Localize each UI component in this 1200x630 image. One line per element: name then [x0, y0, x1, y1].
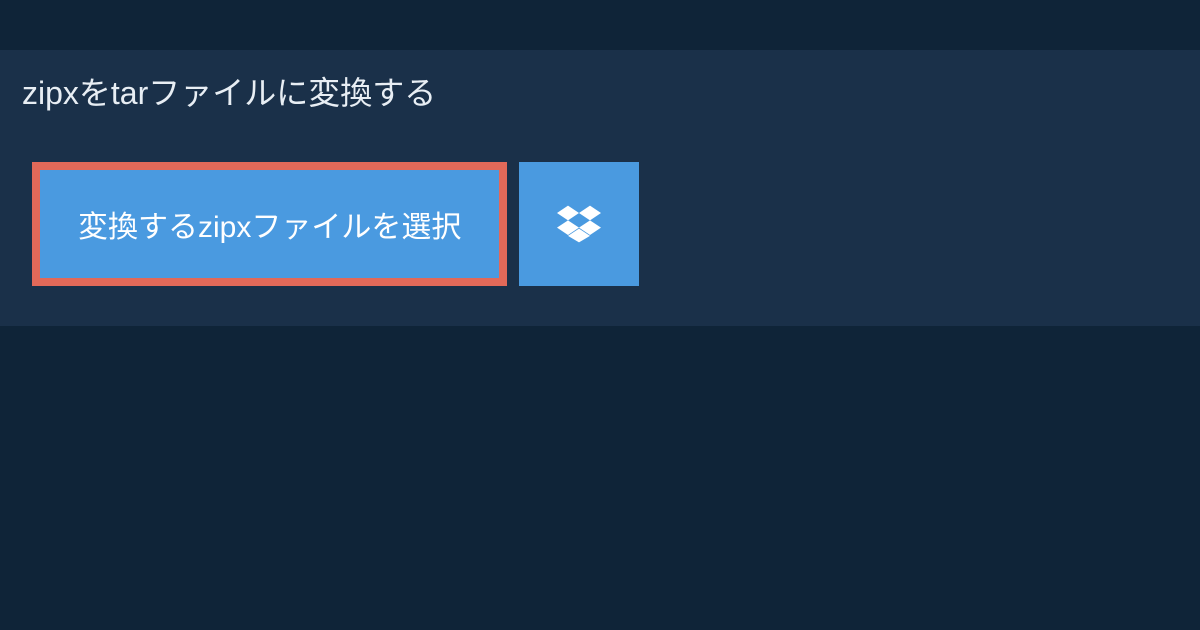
dropbox-icon — [557, 202, 601, 246]
title-bar: zipxをtarファイルに変換する — [0, 50, 466, 132]
button-row: 変換するzipxファイルを選択 — [32, 162, 1200, 286]
select-file-button[interactable]: 変換するzipxファイルを選択 — [32, 162, 507, 286]
dropbox-button[interactable] — [519, 162, 639, 286]
conversion-panel: zipxをtarファイルに変換する 変換するzipxファイルを選択 — [0, 50, 1200, 326]
page-title: zipxをtarファイルに変換する — [22, 75, 436, 111]
